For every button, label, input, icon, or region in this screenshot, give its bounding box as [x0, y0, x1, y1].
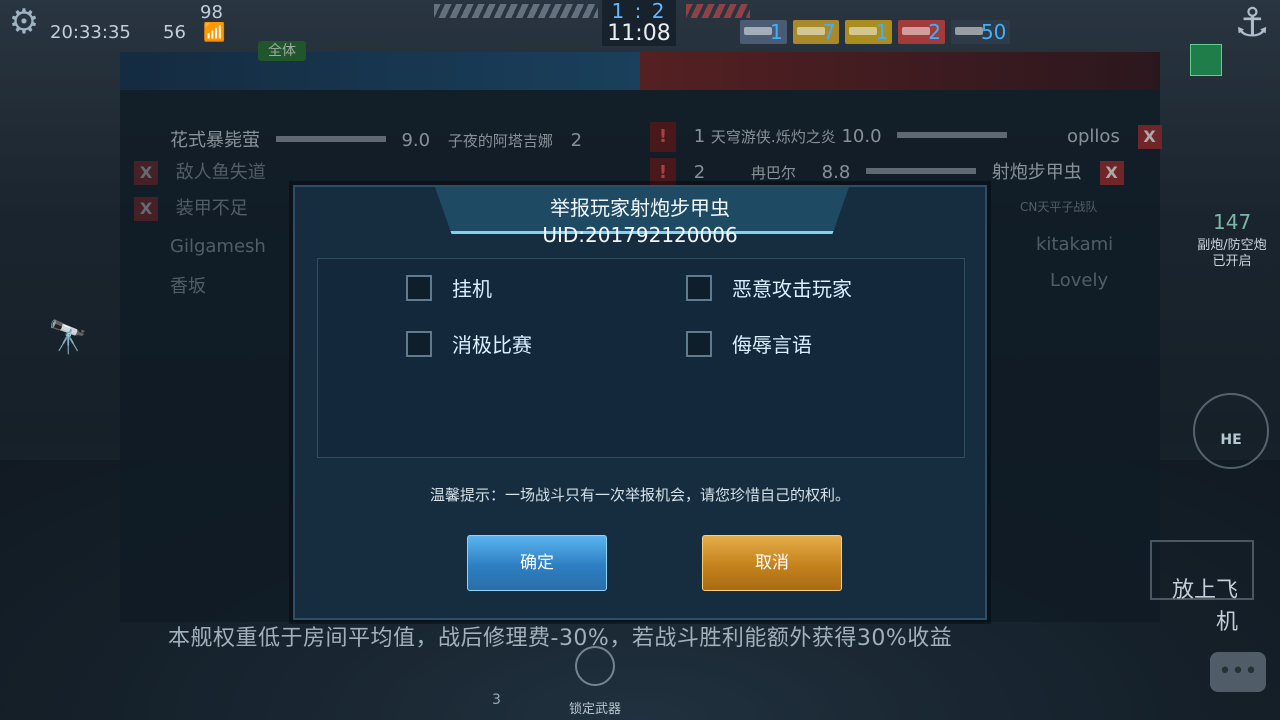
system-clock: 20:33:35	[50, 22, 131, 43]
launch-plane-button[interactable]: 放上飞机	[1150, 540, 1254, 635]
ship-count-badge: 1	[845, 20, 893, 44]
checkbox[interactable]	[406, 330, 432, 357]
crosshair-icon	[575, 646, 615, 686]
blue-team-bar	[434, 4, 598, 18]
match-timer: 11:08	[607, 21, 671, 46]
lock-weapon-button[interactable]: 锁定武器	[560, 646, 630, 717]
enemy-ship-counts: 1 7 1 2 50	[740, 20, 1011, 44]
checkbox[interactable]	[686, 274, 712, 301]
chat-icon[interactable]: •••	[1210, 652, 1266, 692]
option-afk[interactable]: 挂机	[406, 273, 492, 302]
report-options-panel: 挂机 恶意攻击玩家 消极比赛 侮辱言语	[317, 258, 965, 458]
dialog-title: 举报玩家射炮步甲虫	[550, 196, 730, 220]
red-team-bar	[686, 4, 750, 18]
option-label: 恶意攻击玩家	[732, 277, 852, 301]
team-score: 1 : 2	[611, 0, 667, 23]
ship-count-badge: 7	[792, 20, 840, 44]
score-box: 1 : 2 11:08	[602, 0, 676, 46]
option-label: 挂机	[452, 277, 492, 301]
report-dialog: 举报玩家射炮步甲虫 UID:201792120006 挂机 恶意攻击玩家 消极比…	[293, 185, 987, 620]
secondary-gun-status: 副炮/防空炮 已开启	[1187, 238, 1277, 270]
speed-gear: 3	[492, 692, 501, 708]
checkbox[interactable]	[686, 330, 712, 357]
ship-count-badge: 50	[950, 20, 1011, 44]
option-malicious-attack[interactable]: 恶意攻击玩家	[686, 273, 852, 302]
ship-count-badge: 2	[898, 20, 945, 44]
confirm-button[interactable]: 确定	[467, 535, 607, 591]
option-insulting-language[interactable]: 侮辱言语	[686, 329, 812, 358]
ship-count-badge: 1	[740, 20, 787, 44]
hud-top-bar: ⚙ 20:33:35 56 98 📶 1 : 2 11:08 1 7 1 2 5…	[0, 0, 1280, 48]
lock-weapon-label: 锁定武器	[568, 702, 621, 717]
wifi-icon: 📶	[203, 22, 226, 43]
shell-type-button[interactable]: HE	[1193, 393, 1269, 469]
secondary-ammo-count: 147	[1213, 210, 1252, 234]
option-passive-play[interactable]: 消极比赛	[406, 329, 532, 358]
option-label: 侮辱言语	[732, 333, 812, 357]
player-uid: UID:201792120006	[542, 223, 738, 247]
anchor-icon[interactable]: ⚓	[1234, 0, 1270, 46]
fps-value: 98	[200, 2, 223, 23]
report-tip: 温馨提示：一场战斗只有一次举报机会，请您珍惜自己的权利。	[429, 486, 850, 504]
secondary-gun-state: 已开启	[1212, 254, 1252, 269]
cancel-button[interactable]: 取消	[702, 535, 842, 591]
gear-icon[interactable]: ⚙	[6, 4, 42, 40]
option-label: 消极比赛	[452, 333, 532, 357]
ping-value: 56	[163, 22, 186, 43]
secondary-gun-label: 副炮/防空炮	[1197, 238, 1267, 253]
flag-icon[interactable]	[1190, 44, 1222, 76]
binoculars-icon[interactable]: 🔭	[48, 318, 88, 356]
checkbox[interactable]	[406, 274, 432, 301]
